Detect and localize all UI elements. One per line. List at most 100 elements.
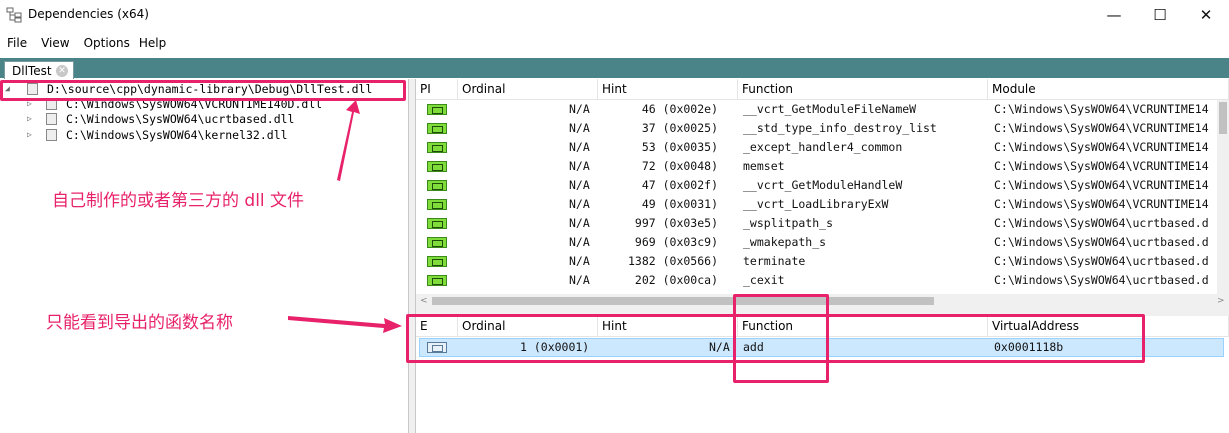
import-function: memset [743,159,785,173]
import-row[interactable]: N/A 997 (0x03e5) _wsplitpath_s C:\Windows\S… [416,214,1217,233]
import-module: C:\Windows\SysWOW64\VCRUNTIME14 [994,178,1209,192]
import-function: _except_handler4_common [743,140,903,154]
expand-icon[interactable]: ▷ [27,130,32,139]
import-function: _cexit [743,273,785,287]
import-row[interactable]: N/A 969 (0x03c9) _wmakepath_s C:\Windows\Sy… [416,233,1217,252]
c-function-icon [427,180,447,191]
close-button[interactable]: ✕ [1183,0,1229,30]
window-title: Dependencies (x64) [28,7,149,21]
import-ordinal: N/A [569,102,590,116]
import-module: C:\Windows\SysWOW64\ucrtbased.d [994,254,1209,268]
c-function-icon [427,256,447,267]
import-row[interactable]: N/A 202 (0x00ca) _cexit C:\Windows\SysWOW64… [416,271,1217,290]
import-function: __vcrt_LoadLibraryExW [743,197,889,211]
tab-strip [0,58,1229,78]
import-function: terminate [743,254,806,268]
menu-view[interactable]: View [34,33,76,53]
minimize-button[interactable]: — [1091,0,1137,30]
import-ordinal: N/A [569,178,590,192]
import-function: __vcrt_GetModuleFileNameW [743,102,917,116]
col-ordinal[interactable]: Ordinal [458,79,598,100]
tab-close-icon[interactable]: ✕ [56,65,68,77]
import-row[interactable]: N/A 47 (0x002f) __vcrt_GetModuleHandleW C:\… [416,176,1217,195]
import-hint: 1382 (0x0566) [627,254,718,268]
import-function: _wmakepath_s [743,235,827,249]
scroll-right-icon[interactable]: > [1217,294,1225,308]
import-row[interactable]: N/A 49 (0x0031) __vcrt_LoadLibraryExW C:\Wi… [416,195,1217,214]
import-function: __vcrt_GetModuleHandleW [743,178,903,192]
import-row[interactable]: N/A 1382 (0x0566) terminate C:\Windows\SysW… [416,252,1217,271]
dependencies-app-icon [6,7,22,23]
c-function-icon [427,218,447,229]
import-hint: 72 (0x0048) [641,159,718,173]
c-function-icon [427,104,447,115]
c-function-icon [427,142,447,153]
scroll-left-icon[interactable]: < [420,294,428,308]
expand-icon[interactable]: ▷ [27,114,32,123]
import-ordinal: N/A [569,216,590,230]
tree-item-label: C:\Windows\SysWOW64\kernel32.dll [66,128,288,142]
import-hint: 37 (0x0025) [641,121,718,135]
tab-dlltest[interactable]: DllTest ✕ [4,61,74,80]
c-function-icon [427,161,447,172]
import-hint: 47 (0x002f) [641,178,718,192]
title-bar: Dependencies (x64) — ☐ ✕ [0,0,1229,30]
dll-highlight-box [0,80,406,101]
import-module: C:\Windows\SysWOW64\ucrtbased.d [994,273,1209,287]
import-module: C:\Windows\SysWOW64\VCRUNTIME14 [994,159,1209,173]
import-ordinal: N/A [569,159,590,173]
col-function[interactable]: Function [738,79,988,100]
import-module: C:\Windows\SysWOW64\ucrtbased.d [994,235,1209,249]
menu-bar: File View Options Help [0,33,1229,53]
import-row[interactable]: N/A 46 (0x002e) __vcrt_GetModuleFileNameW C… [416,100,1217,119]
import-ordinal: N/A [569,273,590,287]
imports-header: PI Ordinal Hint Function Module [416,79,1229,100]
import-hint: 46 (0x002e) [641,102,718,116]
import-module: C:\Windows\SysWOW64\ucrtbased.d [994,216,1209,230]
import-ordinal: N/A [569,140,590,154]
import-module: C:\Windows\SysWOW64\VCRUNTIME14 [994,197,1209,211]
import-hint: 969 (0x03c9) [634,235,718,249]
import-module: C:\Windows\SysWOW64\VCRUNTIME14 [994,102,1209,116]
c-function-icon [427,123,447,134]
c-function-icon [427,199,447,210]
import-row[interactable]: N/A 37 (0x0025) __std_type_info_destroy_li… [416,119,1217,138]
pane-splitter[interactable] [408,79,416,433]
function-column-highlight-box [733,294,829,383]
import-ordinal: N/A [569,121,590,135]
col-module[interactable]: Module [988,79,1229,100]
scroll-thumb[interactable] [1219,102,1227,134]
scroll-thumb[interactable] [432,297,934,305]
export-annotation-text: 只能看到导出的函数名称 [46,313,233,333]
import-function: __std_type_info_destroy_list [743,121,937,135]
dll-annotation-text: 自己制作的或者第三方的 dll 文件 [52,191,305,211]
tree-item-kernel32[interactable]: ▷ C:\Windows\SysWOW64\kernel32.dll [0,127,408,143]
col-pi[interactable]: PI [416,79,458,100]
import-ordinal: N/A [569,254,590,268]
tree-item-ucrtbased[interactable]: ▷ C:\Windows\SysWOW64\ucrtbased.dll [0,111,408,127]
import-hint: 53 (0x0035) [641,140,718,154]
import-row[interactable]: N/A 53 (0x0035) _except_handler4_common C:\… [416,138,1217,157]
tree-item-label: C:\Windows\SysWOW64\ucrtbased.dll [66,112,295,126]
import-ordinal: N/A [569,235,590,249]
import-module: C:\Windows\SysWOW64\VCRUNTIME14 [994,121,1209,135]
menu-options[interactable]: Options [77,33,132,53]
import-module: C:\Windows\SysWOW64\VCRUNTIME14 [994,140,1209,154]
imports-vertical-scrollbar[interactable] [1217,100,1229,296]
import-hint: 202 (0x00ca) [634,273,718,287]
import-ordinal: N/A [569,197,590,211]
import-row[interactable]: N/A 72 (0x0048) memset C:\Windows\SysWOW64\… [416,157,1217,176]
import-hint: 49 (0x0031) [641,197,718,211]
c-function-icon [427,237,447,248]
tab-label: DllTest [12,64,52,78]
import-hint: 997 (0x03e5) [634,216,718,230]
dll-module-icon [46,113,57,125]
maximize-button[interactable]: ☐ [1137,0,1183,30]
c-function-icon [427,275,447,286]
module-tree: ◢ D:\source\cpp\dynamic-library\Debug\Dl… [0,79,408,433]
menu-help[interactable]: Help [132,33,173,53]
menu-file[interactable]: File [0,33,34,53]
dll-module-icon [46,129,57,141]
col-hint[interactable]: Hint [598,79,738,100]
import-function: _wsplitpath_s [743,216,834,230]
